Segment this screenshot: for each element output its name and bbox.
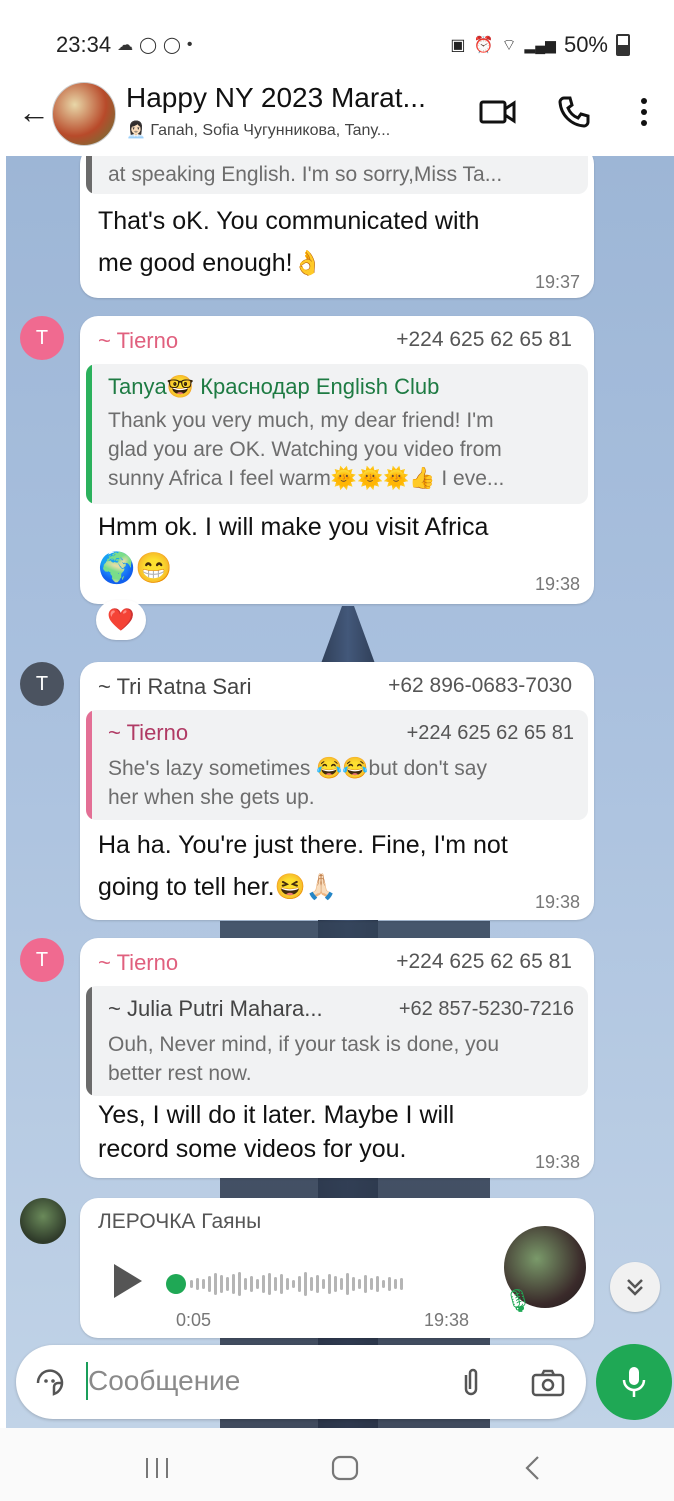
quote-phone: +224 625 62 65 81	[406, 722, 574, 744]
more-notifications-dot: •	[186, 36, 193, 53]
microphone-icon	[622, 1367, 646, 1397]
status-bar: 23:34 ☁ ◯ ◯ • ▣ ⏰ ⌔ ▂▄▆ 50%	[0, 0, 674, 80]
clock: 23:34	[56, 32, 112, 57]
back-arrow-icon[interactable]: ←	[18, 94, 50, 131]
chat-area[interactable]: at speaking English. I'm so sorry,Miss T…	[6, 156, 674, 1428]
quote-sender: Tanya🤓 Краснодар English Club	[108, 374, 440, 399]
quote-phone: +62 857-5230-7216	[398, 998, 574, 1020]
heart-emoji: ❤️	[107, 607, 135, 632]
message-time: 19:37	[534, 272, 580, 292]
message-time: 19:38	[424, 1310, 470, 1330]
voice-message-bubble[interactable]: ЛЕРОЧКА Гаяны 0:05 19:38 🎙	[80, 1198, 594, 1338]
sender-avatar[interactable]: T	[20, 316, 64, 360]
message-text-line: Ha ha. You're just there. Fine, I'm not	[98, 831, 508, 859]
home-icon[interactable]	[330, 1454, 360, 1482]
message-input[interactable]: Сообщение	[88, 1365, 240, 1397]
double-chevron-down-icon	[627, 1279, 643, 1296]
group-participants[interactable]: 👩🏻‍💼 Гапаһ, Sofia Чугунникова, Tanу...	[126, 120, 390, 140]
message-time: 19:38	[534, 574, 580, 594]
sender-avatar[interactable]: T	[20, 938, 64, 982]
wifi-icon: ⌔	[501, 37, 517, 54]
whatsapp-notification-icon: ◯	[139, 37, 157, 54]
quoted-message[interactable]: ~ Tierno +224 625 62 65 81 She's lazy so…	[86, 710, 588, 820]
message-bubble[interactable]: ~ Tierno +224 625 62 65 81 Tanya🤓 Красно…	[80, 316, 594, 604]
message-bubble[interactable]: at speaking English. I'm so sorry,Miss T…	[80, 156, 594, 298]
message-bubble[interactable]: ~ Tri Ratna Sari +62 896-0683-7030 ~ Tie…	[80, 662, 594, 920]
nfc-icon: ▣	[450, 37, 466, 54]
quote-sender: ~ Julia Putri Mahara...	[108, 996, 323, 1021]
message-input-bar[interactable]: Сообщение	[16, 1345, 586, 1419]
battery-icon	[616, 34, 630, 56]
alarm-icon: ⏰	[473, 37, 494, 54]
group-avatar[interactable]	[52, 82, 116, 146]
back-nav-icon[interactable]	[522, 1454, 542, 1482]
sender-avatar-photo[interactable]	[20, 1198, 66, 1244]
playhead-dot[interactable]	[166, 1274, 186, 1294]
quote-text-line: glad you are OK. Watching you video from	[108, 438, 502, 461]
record-voice-button[interactable]	[596, 1344, 672, 1420]
quoted-message[interactable]: at speaking English. I'm so sorry,Miss T…	[86, 156, 588, 194]
sender-name[interactable]: ~ Tri Ratna Sari	[98, 674, 251, 700]
message-bubble[interactable]: ~ Tierno +224 625 62 65 81 ~ Julia Putri…	[80, 938, 594, 1178]
mic-small-icon: 🎙	[504, 1288, 532, 1313]
recent-apps-icon[interactable]	[144, 1456, 170, 1480]
cloud-icon: ☁	[117, 37, 134, 54]
quote-text-line: Thank you very much, my dear friend! I'm	[108, 409, 494, 432]
group-title[interactable]: Happy NY 2023 Marat...	[126, 82, 426, 114]
person-icon: 👩🏻‍💼	[126, 122, 146, 139]
message-text-line: record some videos for you.	[98, 1135, 407, 1163]
message-text-line: Hmm ok. I will make you visit Africa	[98, 513, 489, 541]
message-text-line: going to tell her.😆🙏🏻	[98, 873, 337, 901]
message-text-line: That's oK. You communicated with	[98, 207, 480, 235]
video-call-icon[interactable]	[478, 94, 518, 130]
quoted-message[interactable]: Tanya🤓 Краснодар English Club Thank you …	[86, 364, 588, 504]
sticker-icon[interactable]	[34, 1367, 66, 1399]
more-options-icon[interactable]	[636, 94, 652, 130]
chat-header: ← Happy NY 2023 Marat... 👩🏻‍💼 Гапаһ, Sof…	[0, 80, 674, 156]
ok-hand-emoji: 👌	[292, 250, 323, 277]
sender-phone: +224 625 62 65 81	[396, 950, 572, 973]
signal-icon: ▂▄▆	[524, 36, 556, 53]
message-text-line: 🌍😁	[98, 552, 173, 585]
voice-duration: 0:05	[176, 1310, 212, 1330]
waveform[interactable]	[190, 1270, 490, 1298]
sender-phone: +62 896-0683-7030	[388, 674, 572, 697]
quote-text-line: She's lazy sometimes 😂😂but don't say	[108, 757, 487, 780]
reaction-badge[interactable]: ❤️	[96, 600, 146, 640]
quote-text-line: better rest now.	[108, 1062, 252, 1085]
system-nav-bar	[0, 1428, 674, 1501]
quote-text: at speaking English. I'm so sorry,Miss T…	[108, 163, 503, 186]
quote-sender: ~ Tierno	[108, 720, 189, 745]
quote-text-line: sunny Africa I feel warm🌞🌞🌞👍 I eve...	[108, 467, 505, 490]
voice-call-icon[interactable]	[556, 94, 592, 130]
quote-text-line: Ouh, Never mind, if your task is done, y…	[108, 1033, 500, 1056]
attachment-icon[interactable]	[456, 1367, 486, 1399]
quoted-message[interactable]: ~ Julia Putri Mahara... +62 857-5230-721…	[86, 986, 588, 1096]
sender-name[interactable]: ~ Tierno	[98, 328, 178, 354]
message-time: 19:38	[534, 892, 580, 912]
message-text-line: Yes, I will do it later. Maybe I will	[98, 1101, 455, 1129]
sender-phone: +224 625 62 65 81	[396, 328, 572, 351]
battery-percent: 50%	[563, 32, 608, 57]
participants-text: Гапаһ, Sofia Чугунникова, Tanу...	[150, 122, 391, 139]
quote-text-line: her when she gets up.	[108, 786, 315, 809]
sender-name[interactable]: ЛЕРОЧКА Гаяны	[98, 1210, 261, 1234]
play-icon[interactable]	[114, 1264, 142, 1298]
sender-avatar[interactable]: T	[20, 662, 64, 706]
sender-name[interactable]: ~ Tierno	[98, 950, 178, 976]
message-time: 19:38	[534, 1152, 580, 1172]
whatsapp-notification-icon-2: ◯	[162, 37, 181, 54]
scroll-down-button[interactable]	[610, 1262, 660, 1312]
message-text-line: me good enough!	[98, 249, 293, 277]
camera-icon[interactable]	[530, 1367, 566, 1399]
